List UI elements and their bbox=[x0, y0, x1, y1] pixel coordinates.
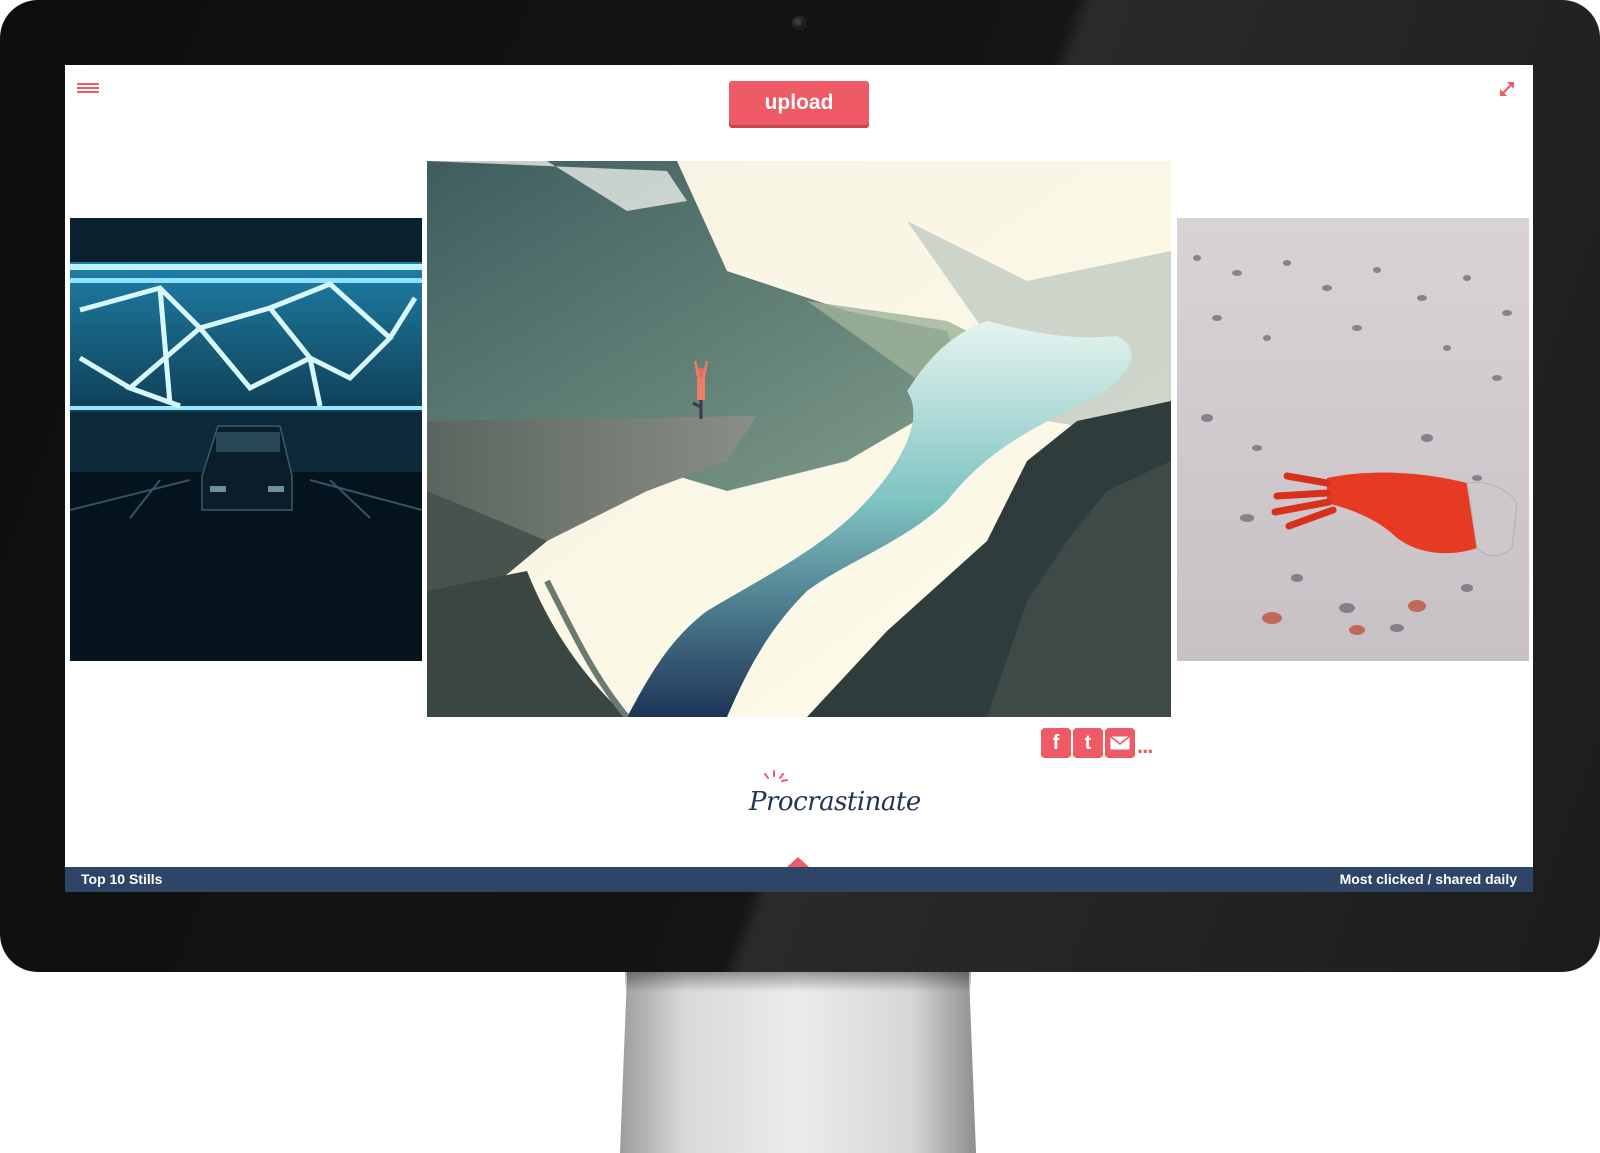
twitter-icon: t bbox=[1084, 731, 1092, 754]
gallery-photo-next[interactable] bbox=[1177, 218, 1529, 661]
sun-rays-icon bbox=[764, 770, 788, 782]
screen: upload f t ... Procrastinate Top 10 Stil… bbox=[65, 65, 1533, 892]
facebook-share-button[interactable]: f bbox=[1041, 728, 1071, 758]
gallery-photo-featured[interactable] bbox=[427, 161, 1171, 717]
upload-button[interactable]: upload bbox=[729, 81, 869, 125]
logo-text: Procrastinate bbox=[749, 787, 921, 817]
envelope-icon bbox=[1110, 736, 1130, 750]
twitter-share-button[interactable]: t bbox=[1073, 728, 1103, 758]
webcam bbox=[792, 16, 806, 30]
hamburger-menu-icon[interactable] bbox=[77, 80, 101, 96]
top-stills-label[interactable]: Top 10 Stills bbox=[81, 871, 162, 887]
stand-shadow bbox=[625, 972, 971, 992]
email-share-button[interactable] bbox=[1105, 728, 1135, 758]
bottom-bar: Top 10 Stills Most clicked / shared dail… bbox=[65, 867, 1533, 892]
more-share-button[interactable]: ... bbox=[1137, 735, 1153, 757]
monitor-stand bbox=[620, 972, 976, 1153]
most-clicked-label: Most clicked / shared daily bbox=[1339, 871, 1517, 887]
bar-pointer bbox=[787, 857, 809, 867]
facebook-icon: f bbox=[1052, 731, 1060, 754]
brand-logo[interactable]: Procrastinate bbox=[735, 769, 921, 831]
expand-arrows-icon[interactable] bbox=[1497, 79, 1517, 99]
gallery-photo-prev[interactable] bbox=[70, 218, 422, 661]
